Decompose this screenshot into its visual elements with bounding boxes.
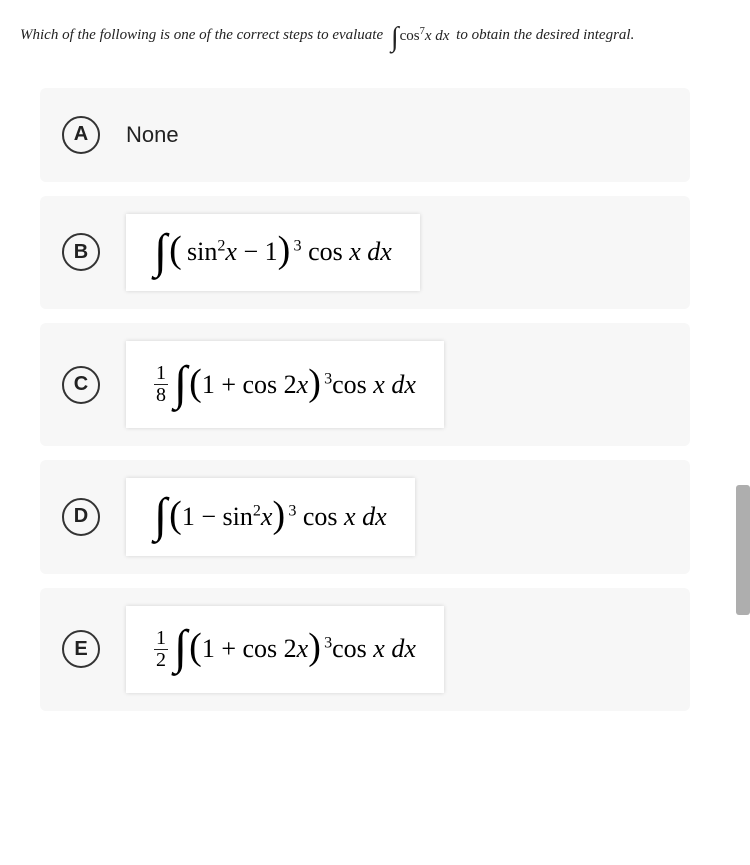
question-after: to obtain the desired integral. [456, 27, 634, 43]
option-c-frac-den: 8 [154, 384, 168, 406]
option-marker-c: C [62, 366, 100, 404]
scrollbar-thumb[interactable] [736, 485, 750, 615]
option-marker-b: B [62, 233, 100, 271]
options-list: A None B ∫ ( sin2x − 1) 3 cos x dx C 1 8… [20, 88, 730, 711]
option-c-math: 1 8 ∫ (1 + cos 2x) 3cos x dx [126, 341, 444, 428]
option-c[interactable]: C 1 8 ∫ (1 + cos 2x) 3cos x dx [40, 323, 690, 446]
question-text: Which of the following is one of the cor… [20, 24, 730, 48]
option-marker-d: D [62, 498, 100, 536]
question-formula: ∫cos7x dx [390, 24, 450, 48]
question-before: Which of the following is one of the cor… [20, 27, 387, 43]
option-marker-e: E [62, 630, 100, 668]
option-e-frac-num: 1 [154, 628, 168, 649]
option-marker-a: A [62, 116, 100, 154]
option-a[interactable]: A None [40, 88, 690, 182]
option-e-frac-den: 2 [154, 649, 168, 671]
option-b-math: ∫ ( sin2x − 1) 3 cos x dx [126, 214, 420, 292]
option-b[interactable]: B ∫ ( sin2x − 1) 3 cos x dx [40, 196, 690, 310]
option-e-math: 1 2 ∫ (1 + cos 2x) 3cos x dx [126, 606, 444, 693]
option-c-frac-num: 1 [154, 363, 168, 384]
option-e[interactable]: E 1 2 ∫ (1 + cos 2x) 3cos x dx [40, 588, 690, 711]
option-a-text: None [126, 122, 179, 148]
option-d[interactable]: D ∫ (1 − sin2x) 3 cos x dx [40, 460, 690, 574]
option-d-math: ∫ (1 − sin2x) 3 cos x dx [126, 478, 415, 556]
